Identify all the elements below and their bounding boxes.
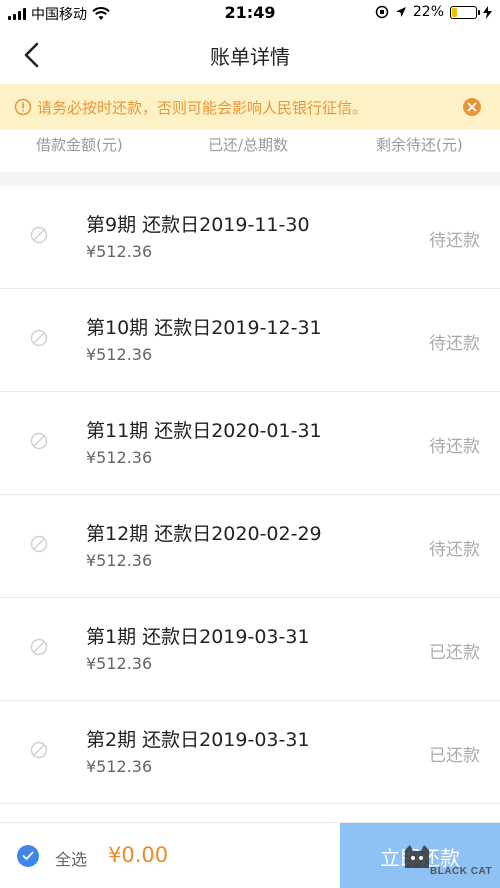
- nav-bar: 账单详情: [0, 26, 500, 84]
- installment-amount: ¥512.36: [86, 551, 153, 570]
- battery-fill: [452, 7, 458, 17]
- installment-title: 第11期 还款日2020-01-31: [86, 420, 322, 442]
- checkmark-icon: [22, 851, 34, 860]
- status-bar: 中国移动 21:49 22%: [0, 0, 500, 26]
- list-item[interactable]: 第10期 还款日2019-12-31 ¥512.36 待还款: [0, 289, 500, 392]
- notice-text: 请务必按时还款，否则可能会影响人民银行征信。: [37, 99, 368, 117]
- list-item[interactable]: 第12期 还款日2020-02-29 ¥512.36 待还款: [0, 495, 500, 598]
- installment-status: 已还款: [429, 746, 480, 766]
- repaid-periods-label: 已还/总期数: [208, 136, 289, 154]
- installment-status: 待还款: [429, 540, 480, 560]
- battery-icon: [450, 5, 480, 19]
- total-amount: ¥0.00: [108, 843, 169, 867]
- installment-list: 第9期 还款日2019-11-30 ¥512.36 待还款 第10期 还款日20…: [0, 186, 500, 804]
- select-all-checkbox[interactable]: [17, 845, 39, 867]
- installment-status: 待还款: [429, 437, 480, 457]
- installment-amount: ¥512.36: [86, 654, 153, 673]
- installment-amount: ¥512.36: [86, 757, 153, 776]
- battery-percent: 22%: [412, 4, 444, 20]
- disabled-check-icon: [30, 638, 48, 656]
- disabled-check-icon: [30, 535, 48, 553]
- installment-amount: ¥512.36: [86, 345, 153, 364]
- installment-title: 第10期 还款日2019-12-31: [86, 317, 322, 339]
- disabled-check-icon: [30, 329, 48, 347]
- installment-status: 待还款: [429, 231, 480, 251]
- list-item[interactable]: 第9期 还款日2019-11-30 ¥512.36 待还款: [0, 186, 500, 289]
- watermark-text: BLACK CAT: [430, 866, 493, 877]
- disabled-check-icon: [30, 432, 48, 450]
- installment-amount: ¥512.36: [86, 448, 153, 467]
- bottom-bar: 全选 ¥0.00 立即还款 BLACK CAT: [0, 822, 500, 888]
- location-icon: [395, 7, 406, 17]
- loan-amount-label: 借款金额(元): [36, 136, 123, 154]
- list-item[interactable]: 第2期 还款日2019-03-31 ¥512.36 已还款: [0, 701, 500, 804]
- section-divider: [0, 172, 500, 186]
- disabled-check-icon: [30, 741, 48, 759]
- list-item[interactable]: 第1期 还款日2019-03-31 ¥512.36 已还款: [0, 598, 500, 701]
- installment-status: 待还款: [429, 334, 480, 354]
- black-cat-logo-icon: [405, 845, 429, 868]
- installment-status: 已还款: [429, 643, 480, 663]
- summary-header: 借款金额(元) 已还/总期数 剩余待还(元): [0, 130, 500, 172]
- installment-title: 第12期 还款日2020-02-29: [86, 523, 322, 545]
- notice-banner: 请务必按时还款，否则可能会影响人民银行征信。: [0, 84, 500, 130]
- installment-title: 第1期 还款日2019-03-31: [86, 626, 310, 648]
- list-item[interactable]: 第11期 还款日2020-01-31 ¥512.36 待还款: [0, 392, 500, 495]
- installment-title: 第9期 还款日2019-11-30: [86, 214, 310, 236]
- select-all-label[interactable]: 全选: [55, 846, 87, 870]
- remaining-label: 剩余待还(元): [376, 136, 463, 154]
- disabled-check-icon: [30, 226, 48, 244]
- watermark-logo: BLACK CAT: [402, 842, 496, 882]
- page-title: 账单详情: [210, 45, 290, 69]
- orientation-lock-icon: [375, 5, 389, 19]
- installment-amount: ¥512.36: [86, 242, 153, 261]
- info-icon: [14, 98, 32, 116]
- charging-icon: [483, 5, 492, 19]
- status-right: 22%: [375, 4, 492, 20]
- installment-title: 第2期 还款日2019-03-31: [86, 729, 310, 751]
- close-icon[interactable]: [462, 97, 482, 117]
